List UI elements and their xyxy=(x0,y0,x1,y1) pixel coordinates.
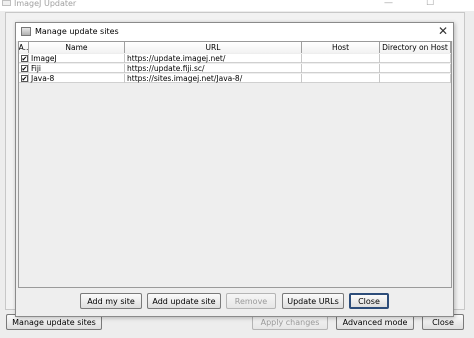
table-row[interactable]: ✔ Java-8 https://sites.imagej.net/Java-8… xyxy=(19,74,451,83)
table-header: A.. Name URL Host Directory on Host xyxy=(19,42,451,53)
active-checkbox-cell[interactable]: ✔ xyxy=(19,74,29,83)
close-icon[interactable]: ✕ xyxy=(438,24,448,38)
imagej-app-icon xyxy=(2,0,11,6)
site-name-cell[interactable]: Java-8 xyxy=(29,74,125,83)
column-header-url[interactable]: URL xyxy=(125,42,302,53)
column-header-host[interactable]: Host xyxy=(302,42,380,53)
column-header-name[interactable]: Name xyxy=(29,42,125,53)
column-header-active[interactable]: A.. xyxy=(19,42,29,53)
add-my-site-button[interactable]: Add my site xyxy=(80,293,142,309)
imagej-updater-window: ImageJ Updater — ☐ Manage update sites A… xyxy=(0,0,474,338)
active-checkbox-cell[interactable]: ✔ xyxy=(19,64,29,73)
site-host-cell[interactable] xyxy=(302,74,380,83)
site-url-cell[interactable]: https://sites.imagej.net/Java-8/ xyxy=(125,74,302,83)
active-checkbox-cell[interactable]: ✔ xyxy=(19,54,29,63)
outer-titlebar: ImageJ Updater — ☐ xyxy=(0,0,474,11)
site-url-cell[interactable]: https://update.fiji.sc/ xyxy=(125,64,302,73)
site-host-cell[interactable] xyxy=(302,64,380,73)
dialog-close-button[interactable]: Close xyxy=(349,293,389,309)
site-url-cell[interactable]: https://update.imagej.net/ xyxy=(125,54,302,63)
check-icon[interactable]: ✔ xyxy=(20,75,28,83)
maximize-icon[interactable]: ☐ xyxy=(426,0,434,8)
remove-button[interactable]: Remove xyxy=(226,293,276,309)
column-header-directory[interactable]: Directory on Host xyxy=(380,42,451,53)
site-directory-cell[interactable] xyxy=(380,74,451,83)
update-sites-table: A.. Name URL Host Directory on Host ✔ Im… xyxy=(18,41,452,288)
site-directory-cell[interactable] xyxy=(380,64,451,73)
table-row[interactable]: ✔ ImageJ https://update.imagej.net/ xyxy=(19,54,451,63)
site-name-cell[interactable]: ImageJ xyxy=(29,54,125,63)
minimize-icon[interactable]: — xyxy=(384,0,393,8)
dialog-app-icon xyxy=(21,27,31,36)
site-name-cell[interactable]: Fiji xyxy=(29,64,125,73)
dialog-titlebar: Manage update sites ✕ xyxy=(16,23,453,41)
dialog-title: Manage update sites xyxy=(35,27,119,36)
site-host-cell[interactable] xyxy=(302,54,380,63)
update-urls-button[interactable]: Update URLs xyxy=(282,293,344,309)
table-row[interactable]: ✔ Fiji https://update.fiji.sc/ xyxy=(19,64,451,73)
outer-window-title: ImageJ Updater xyxy=(14,0,77,8)
check-icon[interactable]: ✔ xyxy=(20,55,28,63)
add-update-site-button[interactable]: Add update site xyxy=(147,293,221,309)
manage-update-sites-dialog: Manage update sites ✕ A.. Name URL Host … xyxy=(15,22,454,317)
site-directory-cell[interactable] xyxy=(380,54,451,63)
check-icon[interactable]: ✔ xyxy=(20,65,28,73)
